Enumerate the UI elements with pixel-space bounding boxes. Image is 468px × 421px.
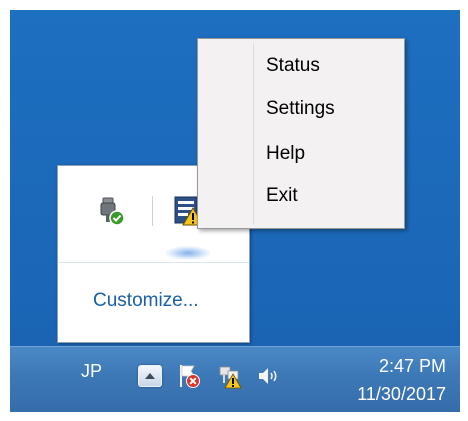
volume-icon[interactable] bbox=[256, 363, 282, 389]
selected-icon-highlight bbox=[165, 246, 211, 260]
language-indicator[interactable]: JP bbox=[81, 361, 102, 382]
menu-gutter-divider bbox=[253, 43, 254, 224]
context-menu: Status Settings Help Exit bbox=[197, 38, 405, 229]
action-center-error-icon[interactable] bbox=[176, 363, 202, 389]
customize-link[interactable]: Customize... bbox=[93, 290, 199, 312]
menu-item-settings[interactable]: Settings bbox=[266, 93, 335, 125]
clock-time[interactable]: 2:47 PM bbox=[379, 356, 446, 377]
menu-item-help[interactable]: Help bbox=[266, 138, 305, 170]
menu-item-exit[interactable]: Exit bbox=[266, 180, 298, 212]
show-hidden-icons-button[interactable] bbox=[138, 365, 162, 387]
screen: Customize... Status Settings Help Exit J… bbox=[0, 0, 468, 421]
chevron-up-icon bbox=[145, 373, 155, 379]
menu-item-status[interactable]: Status bbox=[266, 50, 320, 82]
usb-connected-icon[interactable] bbox=[94, 194, 128, 228]
icon-separator bbox=[152, 196, 153, 226]
taskbar: JP 2:47 PM 11/30/2017 bbox=[10, 346, 460, 412]
clock-date[interactable]: 11/30/2017 bbox=[357, 384, 446, 405]
network-warning-icon[interactable] bbox=[217, 363, 243, 389]
